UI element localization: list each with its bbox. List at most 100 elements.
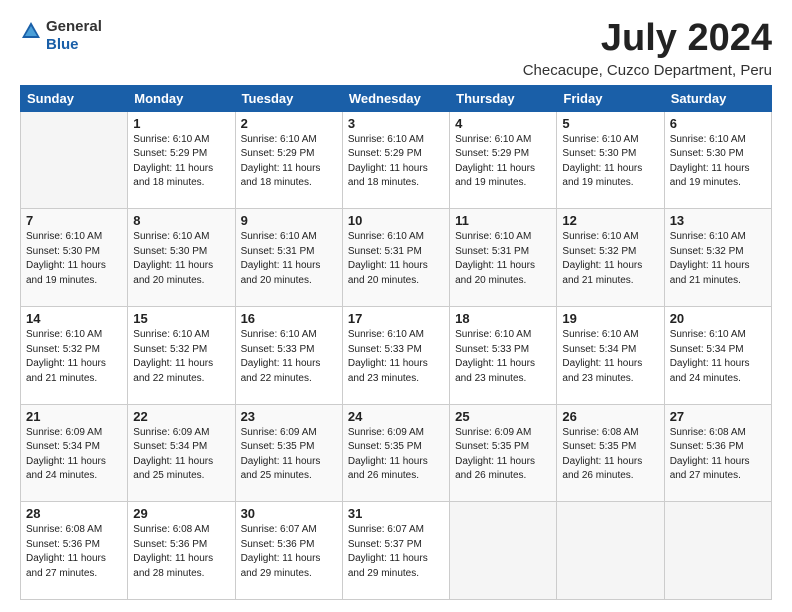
day-number: 26 <box>562 409 658 424</box>
day-info: Sunrise: 6:07 AM Sunset: 5:36 PM Dayligh… <box>241 523 337 581</box>
table-row: 13 Sunrise: 6:10 AM Sunset: 5:32 PM Dayli… <box>664 209 771 307</box>
subtitle: Checacupe, Cuzco Department, Peru <box>523 62 772 79</box>
table-row: 26 Sunrise: 6:08 AM Sunset: 5:35 PM Dayli… <box>557 404 664 502</box>
table-row: 25 Sunrise: 6:09 AM Sunset: 5:35 PM Dayli… <box>450 404 557 502</box>
calendar-week-row: 28 Sunrise: 6:08 AM Sunset: 5:36 PM Dayli… <box>21 502 772 600</box>
day-info: Sunrise: 6:08 AM Sunset: 5:36 PM Dayligh… <box>133 523 229 581</box>
day-number: 22 <box>133 409 229 424</box>
table-row: 17 Sunrise: 6:10 AM Sunset: 5:33 PM Dayli… <box>342 307 449 405</box>
day-info: Sunrise: 6:10 AM Sunset: 5:31 PM Dayligh… <box>241 230 337 288</box>
logo: General Blue <box>20 18 102 54</box>
day-info: Sunrise: 6:07 AM Sunset: 5:37 PM Dayligh… <box>348 523 444 581</box>
table-row: 20 Sunrise: 6:10 AM Sunset: 5:34 PM Dayli… <box>664 307 771 405</box>
col-saturday: Saturday <box>664 85 771 111</box>
day-info: Sunrise: 6:09 AM Sunset: 5:35 PM Dayligh… <box>348 426 444 484</box>
day-info: Sunrise: 6:10 AM Sunset: 5:30 PM Dayligh… <box>26 230 122 288</box>
table-row: 8Sunrise: 6:10 AM Sunset: 5:30 PM Daylig… <box>128 209 235 307</box>
day-info: Sunrise: 6:10 AM Sunset: 5:32 PM Dayligh… <box>670 230 766 288</box>
col-thursday: Thursday <box>450 85 557 111</box>
day-number: 30 <box>241 506 337 521</box>
day-number: 21 <box>26 409 122 424</box>
day-number: 25 <box>455 409 551 424</box>
day-info: Sunrise: 6:09 AM Sunset: 5:34 PM Dayligh… <box>26 426 122 484</box>
col-tuesday: Tuesday <box>235 85 342 111</box>
day-number: 24 <box>348 409 444 424</box>
day-info: Sunrise: 6:10 AM Sunset: 5:32 PM Dayligh… <box>133 328 229 386</box>
day-number: 27 <box>670 409 766 424</box>
day-number: 11 <box>455 213 551 228</box>
table-row: 10 Sunrise: 6:10 AM Sunset: 5:31 PM Dayli… <box>342 209 449 307</box>
table-row: 9 Sunrise: 6:10 AM Sunset: 5:31 PM Daylig… <box>235 209 342 307</box>
day-number: 29 <box>133 506 229 521</box>
day-info: Sunrise: 6:10 AM Sunset: 5:29 PM Dayligh… <box>348 133 444 191</box>
col-sunday: Sunday <box>21 85 128 111</box>
table-row: 24 Sunrise: 6:09 AM Sunset: 5:35 PM Dayli… <box>342 404 449 502</box>
day-info: Sunrise: 6:10 AM Sunset: 5:30 PM Dayligh… <box>133 230 229 288</box>
day-info: Sunrise: 6:10 AM Sunset: 5:34 PM Dayligh… <box>670 328 766 386</box>
day-number: 7 <box>26 213 122 228</box>
table-row: 19 Sunrise: 6:10 AM Sunset: 5:34 PM Dayli… <box>557 307 664 405</box>
table-row: 3 Sunrise: 6:10 AM Sunset: 5:29 PM Daylig… <box>342 111 449 209</box>
logo-icon <box>20 20 42 42</box>
page: General Blue July 2024 Checacupe, Cuzco … <box>0 0 792 612</box>
day-info: Sunrise: 6:10 AM Sunset: 5:33 PM Dayligh… <box>455 328 551 386</box>
col-wednesday: Wednesday <box>342 85 449 111</box>
day-number: 5 <box>562 116 658 131</box>
day-number: 19 <box>562 311 658 326</box>
calendar-table: Sunday Monday Tuesday Wednesday Thursday… <box>20 85 772 600</box>
day-info: Sunrise: 6:10 AM Sunset: 5:31 PM Dayligh… <box>348 230 444 288</box>
table-row: 15 Sunrise: 6:10 AM Sunset: 5:32 PM Dayli… <box>128 307 235 405</box>
day-info: Sunrise: 6:10 AM Sunset: 5:33 PM Dayligh… <box>241 328 337 386</box>
day-number: 9 <box>241 213 337 228</box>
title-block: July 2024 Checacupe, Cuzco Department, P… <box>523 18 772 79</box>
calendar-week-row: 1Sunrise: 6:10 AM Sunset: 5:29 PM Daylig… <box>21 111 772 209</box>
table-row: 4Sunrise: 6:10 AM Sunset: 5:29 PM Daylig… <box>450 111 557 209</box>
day-info: Sunrise: 6:09 AM Sunset: 5:34 PM Dayligh… <box>133 426 229 484</box>
day-info: Sunrise: 6:09 AM Sunset: 5:35 PM Dayligh… <box>455 426 551 484</box>
logo-text: General Blue <box>46 18 102 53</box>
calendar-week-row: 14 Sunrise: 6:10 AM Sunset: 5:32 PM Dayli… <box>21 307 772 405</box>
table-row: 28 Sunrise: 6:08 AM Sunset: 5:36 PM Dayli… <box>21 502 128 600</box>
day-info: Sunrise: 6:10 AM Sunset: 5:30 PM Dayligh… <box>562 133 658 191</box>
calendar-header-row: Sunday Monday Tuesday Wednesday Thursday… <box>21 85 772 111</box>
table-row: 14 Sunrise: 6:10 AM Sunset: 5:32 PM Dayli… <box>21 307 128 405</box>
day-number: 17 <box>348 311 444 326</box>
table-row: 1Sunrise: 6:10 AM Sunset: 5:29 PM Daylig… <box>128 111 235 209</box>
day-info: Sunrise: 6:08 AM Sunset: 5:36 PM Dayligh… <box>26 523 122 581</box>
col-friday: Friday <box>557 85 664 111</box>
day-info: Sunrise: 6:10 AM Sunset: 5:29 PM Dayligh… <box>241 133 337 191</box>
table-row: 18Sunrise: 6:10 AM Sunset: 5:33 PM Dayli… <box>450 307 557 405</box>
day-info: Sunrise: 6:10 AM Sunset: 5:33 PM Dayligh… <box>348 328 444 386</box>
calendar-week-row: 21 Sunrise: 6:09 AM Sunset: 5:34 PM Dayli… <box>21 404 772 502</box>
table-row: 16 Sunrise: 6:10 AM Sunset: 5:33 PM Dayli… <box>235 307 342 405</box>
day-number: 3 <box>348 116 444 131</box>
day-info: Sunrise: 6:08 AM Sunset: 5:36 PM Dayligh… <box>670 426 766 484</box>
day-number: 12 <box>562 213 658 228</box>
day-number: 28 <box>26 506 122 521</box>
day-info: Sunrise: 6:09 AM Sunset: 5:35 PM Dayligh… <box>241 426 337 484</box>
day-number: 13 <box>670 213 766 228</box>
calendar-week-row: 7 Sunrise: 6:10 AM Sunset: 5:30 PM Daylig… <box>21 209 772 307</box>
day-number: 20 <box>670 311 766 326</box>
table-row <box>21 111 128 209</box>
table-row <box>450 502 557 600</box>
table-row: 30 Sunrise: 6:07 AM Sunset: 5:36 PM Dayli… <box>235 502 342 600</box>
day-number: 10 <box>348 213 444 228</box>
col-monday: Monday <box>128 85 235 111</box>
day-number: 4 <box>455 116 551 131</box>
main-title: July 2024 <box>523 18 772 60</box>
day-info: Sunrise: 6:10 AM Sunset: 5:34 PM Dayligh… <box>562 328 658 386</box>
day-number: 16 <box>241 311 337 326</box>
table-row: 11Sunrise: 6:10 AM Sunset: 5:31 PM Dayli… <box>450 209 557 307</box>
table-row: 6Sunrise: 6:10 AM Sunset: 5:30 PM Daylig… <box>664 111 771 209</box>
day-number: 15 <box>133 311 229 326</box>
table-row: 29 Sunrise: 6:08 AM Sunset: 5:36 PM Dayli… <box>128 502 235 600</box>
table-row: 27 Sunrise: 6:08 AM Sunset: 5:36 PM Dayli… <box>664 404 771 502</box>
day-info: Sunrise: 6:10 AM Sunset: 5:32 PM Dayligh… <box>26 328 122 386</box>
day-info: Sunrise: 6:08 AM Sunset: 5:35 PM Dayligh… <box>562 426 658 484</box>
table-row: 12Sunrise: 6:10 AM Sunset: 5:32 PM Dayli… <box>557 209 664 307</box>
table-row <box>557 502 664 600</box>
day-number: 31 <box>348 506 444 521</box>
day-number: 14 <box>26 311 122 326</box>
table-row: 22 Sunrise: 6:09 AM Sunset: 5:34 PM Dayli… <box>128 404 235 502</box>
